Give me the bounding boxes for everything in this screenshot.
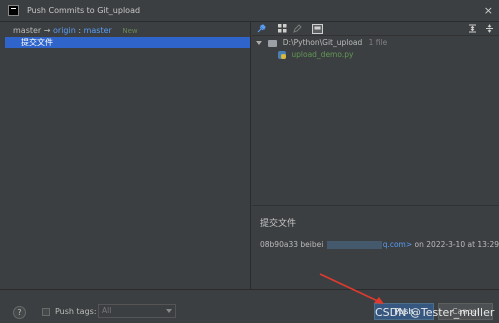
help-button[interactable]: ? [13, 306, 26, 319]
push-tags-label: Push tags: [55, 307, 97, 316]
redacted-email [326, 241, 382, 249]
commit-message: 提交文件 [260, 219, 297, 229]
folder-count: 1 file [368, 38, 388, 47]
changes-toolbar [252, 22, 499, 36]
commit-row[interactable]: 提交文件 [5, 37, 250, 48]
title-bar: Push Commits to Git_upload × [0, 0, 499, 22]
tags-select-value: All [102, 306, 112, 315]
tags-select[interactable]: All [98, 304, 176, 318]
watermark: CSDN @Tester_muller [375, 306, 495, 319]
pin-icon[interactable] [257, 24, 266, 33]
collapse-all-icon[interactable] [485, 24, 494, 33]
edit-icon[interactable] [293, 24, 302, 33]
commit-date: on 2022-3-10 at 13:29 [414, 240, 499, 249]
push-tags-checkbox[interactable] [42, 308, 50, 316]
window-title: Push Commits to Git_upload [27, 6, 141, 15]
folder-icon [268, 39, 278, 47]
remote-branch[interactable]: master [84, 26, 112, 35]
commit-meta: 08b90a33 beibei q.com> on 2022-3-10 at 1… [260, 240, 499, 249]
annotation-arrow [319, 273, 384, 304]
commit-hash: 08b90a33 [260, 240, 298, 249]
expand-all-icon[interactable] [468, 24, 477, 33]
preview-icon[interactable] [312, 24, 323, 34]
chevron-down-icon [166, 309, 172, 313]
branch-separator: : [78, 26, 82, 35]
folder-path: D:\Python\Git_upload [282, 38, 363, 47]
tree-file-row[interactable]: upload_demo.py [278, 50, 353, 59]
commits-panel: master → origin : master New 提交文件 [5, 22, 251, 289]
tree-folder-row[interactable]: D:\Python\Git_upload 1 file [256, 38, 387, 47]
python-file-icon [278, 51, 286, 59]
author-email[interactable]: q.com> [383, 240, 412, 249]
grid-icon[interactable] [278, 24, 287, 33]
chevron-down-icon[interactable] [256, 41, 262, 45]
branch-row: master → origin : master New [13, 26, 138, 35]
close-icon[interactable]: × [484, 4, 493, 17]
dialog-footer: ? Push tags: All Push Cancel CSDN @Teste… [0, 289, 499, 323]
file-name: upload_demo.py [291, 50, 354, 59]
commit-author: beibei [300, 240, 324, 249]
arrow-icon: → [43, 26, 51, 35]
remote-name[interactable]: origin [53, 26, 76, 35]
app-icon [8, 5, 19, 16]
new-badge: New [122, 27, 138, 35]
local-branch: master [13, 26, 42, 35]
